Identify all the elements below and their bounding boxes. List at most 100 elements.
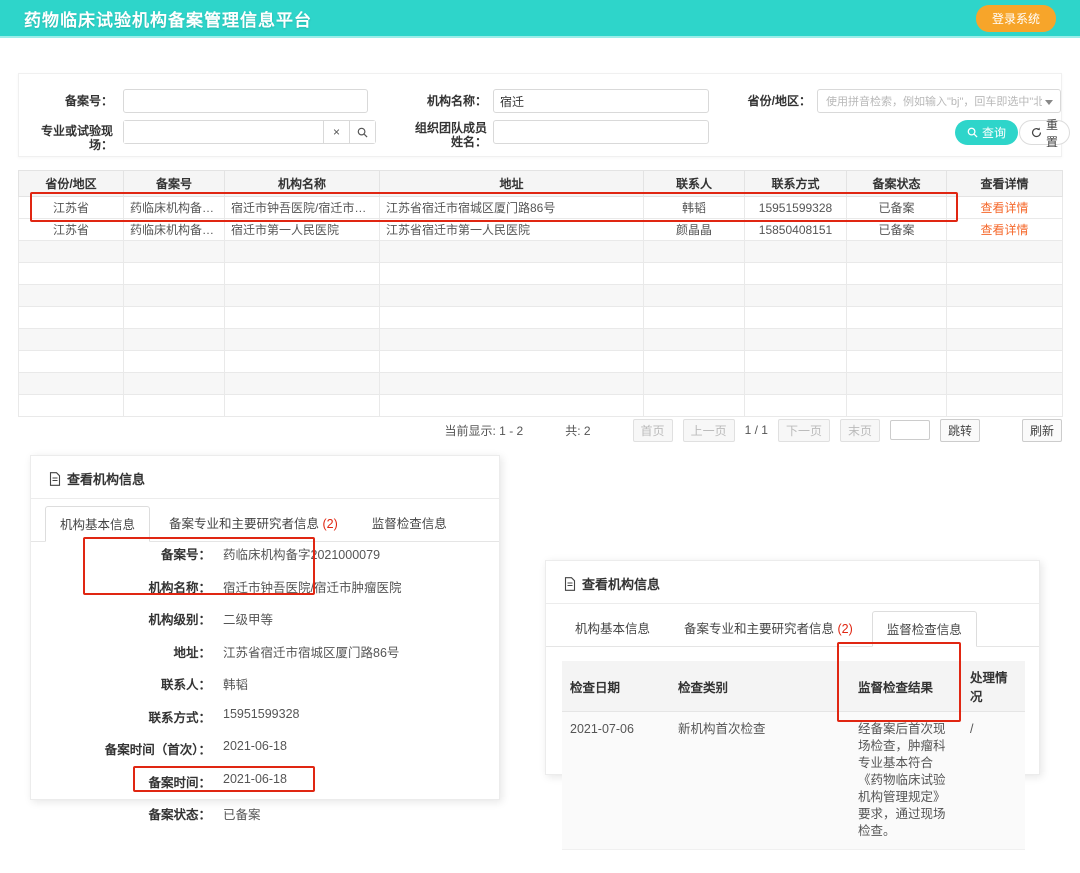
field-label: 备案时间： bbox=[31, 772, 211, 791]
table-row[interactable]: 江苏省 药临床机构备字20210... 宿迁市第一人民医院 江苏省宿迁市第一人民… bbox=[19, 219, 1063, 241]
field-label: 备案时间（首次）： bbox=[31, 739, 211, 758]
basic-info-fields: 备案号：药临床机构备字2021000079 机构名称：宿迁市钟吾医院/宿迁市肿瘤… bbox=[31, 544, 499, 837]
team-member-input[interactable] bbox=[493, 120, 709, 144]
tab-label: 备案专业和主要研究者信息 bbox=[169, 517, 319, 531]
document-icon bbox=[564, 577, 576, 591]
cell-phone: 15850408151 bbox=[745, 219, 847, 241]
empty-row bbox=[19, 285, 1063, 307]
col-detail[interactable]: 查看详情 bbox=[947, 171, 1063, 197]
profession-input-group: × bbox=[123, 120, 376, 144]
prev-page-button[interactable]: 上一页 bbox=[683, 419, 735, 442]
reset-button-label: 重置 bbox=[1046, 116, 1058, 150]
jump-page-input[interactable] bbox=[890, 420, 930, 440]
field-row: 地址：江苏省宿迁市宿城区厦门路86号 bbox=[31, 642, 499, 661]
cell-record-no: 药临床机构备字20210... bbox=[124, 219, 225, 241]
chevron-down-icon bbox=[1045, 100, 1053, 105]
app-title: 药物临床试验机构备案管理信息平台 bbox=[24, 6, 312, 31]
empty-row bbox=[19, 241, 1063, 263]
tab-profession-researchers[interactable]: 备案专业和主要研究者信息 (2) bbox=[154, 505, 353, 541]
field-row: 联系人： 韩韬 bbox=[31, 674, 499, 693]
tab-count-badge: (2) bbox=[838, 622, 853, 636]
table-header-row: 省份/地区 备案号 机构名称 地址 联系人 联系方式 备案状态 查看详情 bbox=[19, 171, 1063, 197]
field-row: 机构级别：二级甲等 bbox=[31, 609, 499, 628]
field-row: 备案号：药临床机构备字2021000079 bbox=[31, 544, 499, 563]
cell-address: 江苏省宿迁市宿城区厦门路86号 bbox=[380, 197, 644, 219]
profession-input[interactable] bbox=[124, 121, 323, 143]
login-button[interactable]: 登录系统 bbox=[976, 5, 1056, 32]
col-phone[interactable]: 联系方式 bbox=[745, 171, 847, 197]
inspection-row[interactable]: 2021-07-06 新机构首次检查 经备案后首次现场检查，肿瘤科专业基本符合《… bbox=[562, 712, 1025, 850]
tab-count-badge: (2) bbox=[323, 517, 338, 531]
cell-inspect-date: 2021-07-06 bbox=[562, 712, 670, 850]
col-address[interactable]: 地址 bbox=[380, 171, 644, 197]
field-label: 备案号： bbox=[31, 544, 211, 563]
field-row: 备案时间（首次）：2021-06-18 bbox=[31, 739, 499, 758]
search-icon bbox=[967, 127, 978, 138]
empty-row bbox=[19, 307, 1063, 329]
col-record-no[interactable]: 备案号 bbox=[124, 171, 225, 197]
page-root: 药物临床试验机构备案管理信息平台 登录系统 备案号： 机构名称： 省份/地区： … bbox=[0, 0, 1080, 873]
cell-phone: 15951599328 bbox=[745, 197, 847, 219]
empty-row bbox=[19, 373, 1063, 395]
table-row[interactable]: 江苏省 药临床机构备字20210... 宿迁市钟吾医院/宿迁市肿瘤医院 江苏省宿… bbox=[19, 197, 1063, 219]
tab-supervision-info[interactable]: 监督检查信息 bbox=[357, 505, 462, 541]
cell-province: 江苏省 bbox=[19, 219, 124, 241]
document-icon bbox=[49, 472, 61, 486]
next-page-button[interactable]: 下一页 bbox=[778, 419, 830, 442]
jump-button[interactable]: 跳转 bbox=[940, 419, 980, 442]
cell-record-no: 药临床机构备字20210... bbox=[124, 197, 225, 219]
tab-label: 机构基本信息 bbox=[60, 518, 135, 532]
field-label: 联系人： bbox=[31, 674, 211, 693]
empty-row bbox=[19, 351, 1063, 373]
left-panel-tabs: 机构基本信息 备案专业和主要研究者信息 (2) 监督检查信息 bbox=[31, 499, 499, 542]
page-indicator: 1 / 1 bbox=[745, 423, 768, 437]
panel-title-text: 查看机构信息 bbox=[67, 469, 145, 488]
province-label: 省份/地区： bbox=[741, 94, 811, 108]
tab-profession-researchers[interactable]: 备案专业和主要研究者信息 (2) bbox=[669, 610, 868, 646]
clear-icon[interactable]: × bbox=[323, 121, 349, 143]
org-name-input[interactable] bbox=[493, 89, 709, 113]
field-value: 韩韬 bbox=[223, 674, 248, 693]
org-info-panel-right: 查看机构信息 机构基本信息 备案专业和主要研究者信息 (2) 监督检查信息 检查… bbox=[545, 560, 1040, 775]
tab-basic-info[interactable]: 机构基本信息 bbox=[560, 610, 665, 646]
col-org-name[interactable]: 机构名称 bbox=[225, 171, 380, 197]
view-detail-link[interactable]: 查看详情 bbox=[980, 223, 1028, 237]
field-value: 二级甲等 bbox=[223, 609, 273, 628]
col-status[interactable]: 备案状态 bbox=[847, 171, 947, 197]
province-select[interactable]: 使用拼音检索，例如输入"bj"，回车即选中"北京" bbox=[817, 89, 1061, 113]
first-page-button[interactable]: 首页 bbox=[633, 419, 673, 442]
field-row: 联系方式：15951599328 bbox=[31, 707, 499, 726]
search-panel: 备案号： 机构名称： 省份/地区： 使用拼音检索，例如输入"bj"，回车即选中"… bbox=[18, 73, 1062, 157]
tab-label: 监督检查信息 bbox=[887, 623, 962, 637]
query-button-label: 查询 bbox=[982, 124, 1006, 141]
search-icon[interactable] bbox=[349, 121, 375, 143]
record-no-label: 备案号： bbox=[19, 94, 113, 108]
field-label: 备案状态： bbox=[31, 804, 211, 823]
tab-supervision-info[interactable]: 监督检查信息 bbox=[872, 611, 977, 647]
record-no-input[interactable] bbox=[123, 89, 368, 113]
last-page-button[interactable]: 末页 bbox=[840, 419, 880, 442]
reset-button[interactable]: 重置 bbox=[1019, 120, 1070, 145]
refresh-icon bbox=[1031, 127, 1042, 138]
query-button[interactable]: 查询 bbox=[955, 120, 1018, 145]
tab-basic-info[interactable]: 机构基本信息 bbox=[45, 506, 150, 542]
col-inspect-result: 监督检查结果 bbox=[850, 661, 962, 712]
field-value: 宿迁市钟吾医院/宿迁市肿瘤医院 bbox=[223, 577, 401, 596]
inspection-header-row: 检查日期 检查类别 监督检查结果 处理情况 bbox=[562, 661, 1025, 712]
province-placeholder: 使用拼音检索，例如输入"bj"，回车即选中"北京" bbox=[826, 93, 1042, 109]
col-contact[interactable]: 联系人 bbox=[644, 171, 745, 197]
field-row: 备案状态：已备案 bbox=[31, 804, 499, 823]
cell-status: 已备案 bbox=[847, 197, 947, 219]
profession-label: 专业或试验现场： bbox=[19, 124, 113, 152]
tab-label: 监督检查信息 bbox=[372, 517, 447, 531]
team-member-label: 组织团队成员姓名： bbox=[411, 121, 487, 149]
col-inspect-date: 检查日期 bbox=[562, 661, 670, 712]
empty-row bbox=[562, 850, 1025, 873]
panel-title-text: 查看机构信息 bbox=[582, 574, 660, 593]
org-info-panel-left: 查看机构信息 机构基本信息 备案专业和主要研究者信息 (2) 监督检查信息 备案… bbox=[30, 455, 500, 800]
refresh-button[interactable]: 刷新 bbox=[1022, 419, 1062, 442]
field-value: 15951599328 bbox=[223, 707, 299, 721]
cell-province: 江苏省 bbox=[19, 197, 124, 219]
view-detail-link[interactable]: 查看详情 bbox=[980, 201, 1028, 215]
col-province[interactable]: 省份/地区 bbox=[19, 171, 124, 197]
